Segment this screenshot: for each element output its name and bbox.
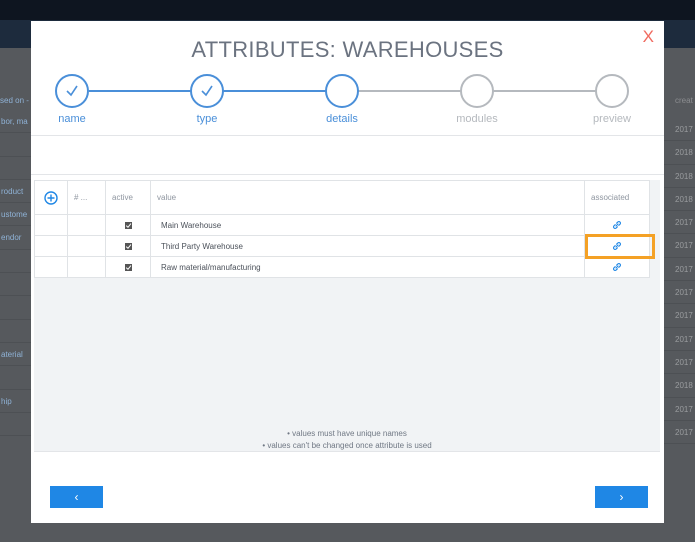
associated-cell[interactable]: [584, 256, 650, 278]
bg-cell: [0, 133, 32, 157]
step-preview-label: preview: [593, 113, 631, 125]
bg-cell: 2017: [662, 421, 695, 445]
bg-right-column: 2017 2018 2018 2018 2017 2017 2017 2017 …: [662, 118, 695, 445]
add-circle-icon[interactable]: [44, 190, 58, 205]
bg-cell: [0, 250, 32, 274]
bg-cell: 2018: [662, 165, 695, 188]
bg-cell: 2018: [662, 188, 695, 212]
column-header-associated[interactable]: associated: [584, 180, 650, 215]
chevron-right-icon: ›: [619, 490, 624, 504]
checkbox-icon[interactable]: [124, 242, 132, 250]
step-details-label: details: [326, 113, 358, 125]
bg-cell: [0, 157, 32, 180]
column-header-active[interactable]: active: [105, 180, 151, 215]
bg-cell: hip: [0, 390, 32, 413]
divider: [31, 135, 664, 136]
bg-cell: 2017: [662, 211, 695, 235]
bg-cell: 2017: [662, 234, 695, 258]
value-cell[interactable]: Main Warehouse: [150, 214, 585, 236]
note-item: values must have unique names: [34, 428, 660, 440]
row-cell: [67, 214, 106, 236]
row-cell: [34, 235, 68, 257]
active-checkbox-cell[interactable]: [105, 256, 151, 278]
bg-cell: [0, 413, 32, 437]
bg-cell: endor: [0, 226, 32, 250]
bg-cell: [0, 296, 32, 320]
row-cell: [67, 235, 106, 257]
table-header-row: # ... active value associated: [34, 180, 650, 215]
step-details-circle[interactable]: [325, 74, 359, 108]
row-cell: [67, 256, 106, 278]
previous-button[interactable]: ‹: [50, 486, 103, 508]
step-type-circle[interactable]: [190, 74, 224, 108]
bg-left-column: bor, ma roduct ustome endor aterial hip: [0, 110, 32, 437]
step-name-label: name: [58, 113, 86, 125]
bg-column-header-left: sed on -: [0, 96, 29, 105]
chevron-left-icon: ‹: [74, 490, 79, 504]
bg-cell: [0, 366, 32, 390]
modal-title: ATTRIBUTES: WAREHOUSES: [191, 37, 504, 62]
value-cell[interactable]: Third Party Warehouse: [150, 235, 585, 257]
link-icon[interactable]: [611, 240, 623, 252]
values-table-container: # ... active value associated Main Wareh…: [34, 180, 660, 451]
step-preview-circle[interactable]: [595, 74, 629, 108]
divider: [31, 174, 664, 175]
bg-cell: 2017: [662, 118, 695, 142]
app-topbar: [0, 0, 695, 20]
row-cell: [34, 214, 68, 236]
bg-cell: 2017: [662, 328, 695, 351]
add-value-cell[interactable]: [34, 180, 68, 215]
bg-cell: 2017: [662, 281, 695, 305]
check-icon: [201, 85, 213, 97]
link-icon[interactable]: [611, 261, 623, 273]
next-button[interactable]: ›: [595, 486, 648, 508]
column-header-num[interactable]: # ...: [67, 180, 106, 215]
divider: [34, 451, 660, 452]
active-checkbox-cell[interactable]: [105, 235, 151, 257]
table-row[interactable]: Raw material/manufacturing: [34, 256, 650, 278]
values-table: # ... active value associated Main Wareh…: [34, 180, 650, 278]
step-name-circle[interactable]: [55, 74, 89, 108]
step-modules-label: modules: [456, 113, 498, 125]
step-type-label: type: [196, 113, 218, 125]
bg-column-header-right: creat: [675, 96, 693, 105]
column-header-value[interactable]: value: [150, 180, 585, 215]
table-row[interactable]: Third Party Warehouse: [34, 235, 650, 257]
notes-list: values must have unique names values can…: [34, 428, 660, 452]
associated-cell[interactable]: [584, 235, 650, 257]
bg-cell: 2018: [662, 141, 695, 165]
active-checkbox-cell[interactable]: [105, 214, 151, 236]
bg-cell: roduct: [0, 180, 32, 204]
bg-cell: 2017: [662, 258, 695, 282]
bg-cell: 2017: [662, 398, 695, 421]
bg-cell: 2017: [662, 351, 695, 375]
table-row[interactable]: Main Warehouse: [34, 214, 650, 236]
bg-cell: 2017: [662, 304, 695, 328]
link-icon[interactable]: [611, 219, 623, 231]
bg-cell: 2018: [662, 374, 695, 398]
associated-cell[interactable]: [584, 214, 650, 236]
step-modules-circle[interactable]: [460, 74, 494, 108]
bg-cell: bor, ma: [0, 110, 32, 134]
bg-cell: aterial: [0, 343, 32, 367]
check-icon: [66, 85, 78, 97]
row-cell: [34, 256, 68, 278]
bg-cell: ustome: [0, 203, 32, 227]
bg-cell: [0, 320, 32, 343]
bg-cell: [0, 273, 32, 297]
checkbox-icon[interactable]: [124, 263, 132, 271]
attributes-modal: X ATTRIBUTES: WAREHOUSES name type detai…: [31, 21, 664, 523]
checkbox-icon[interactable]: [124, 221, 132, 229]
value-cell[interactable]: Raw material/manufacturing: [150, 256, 585, 278]
